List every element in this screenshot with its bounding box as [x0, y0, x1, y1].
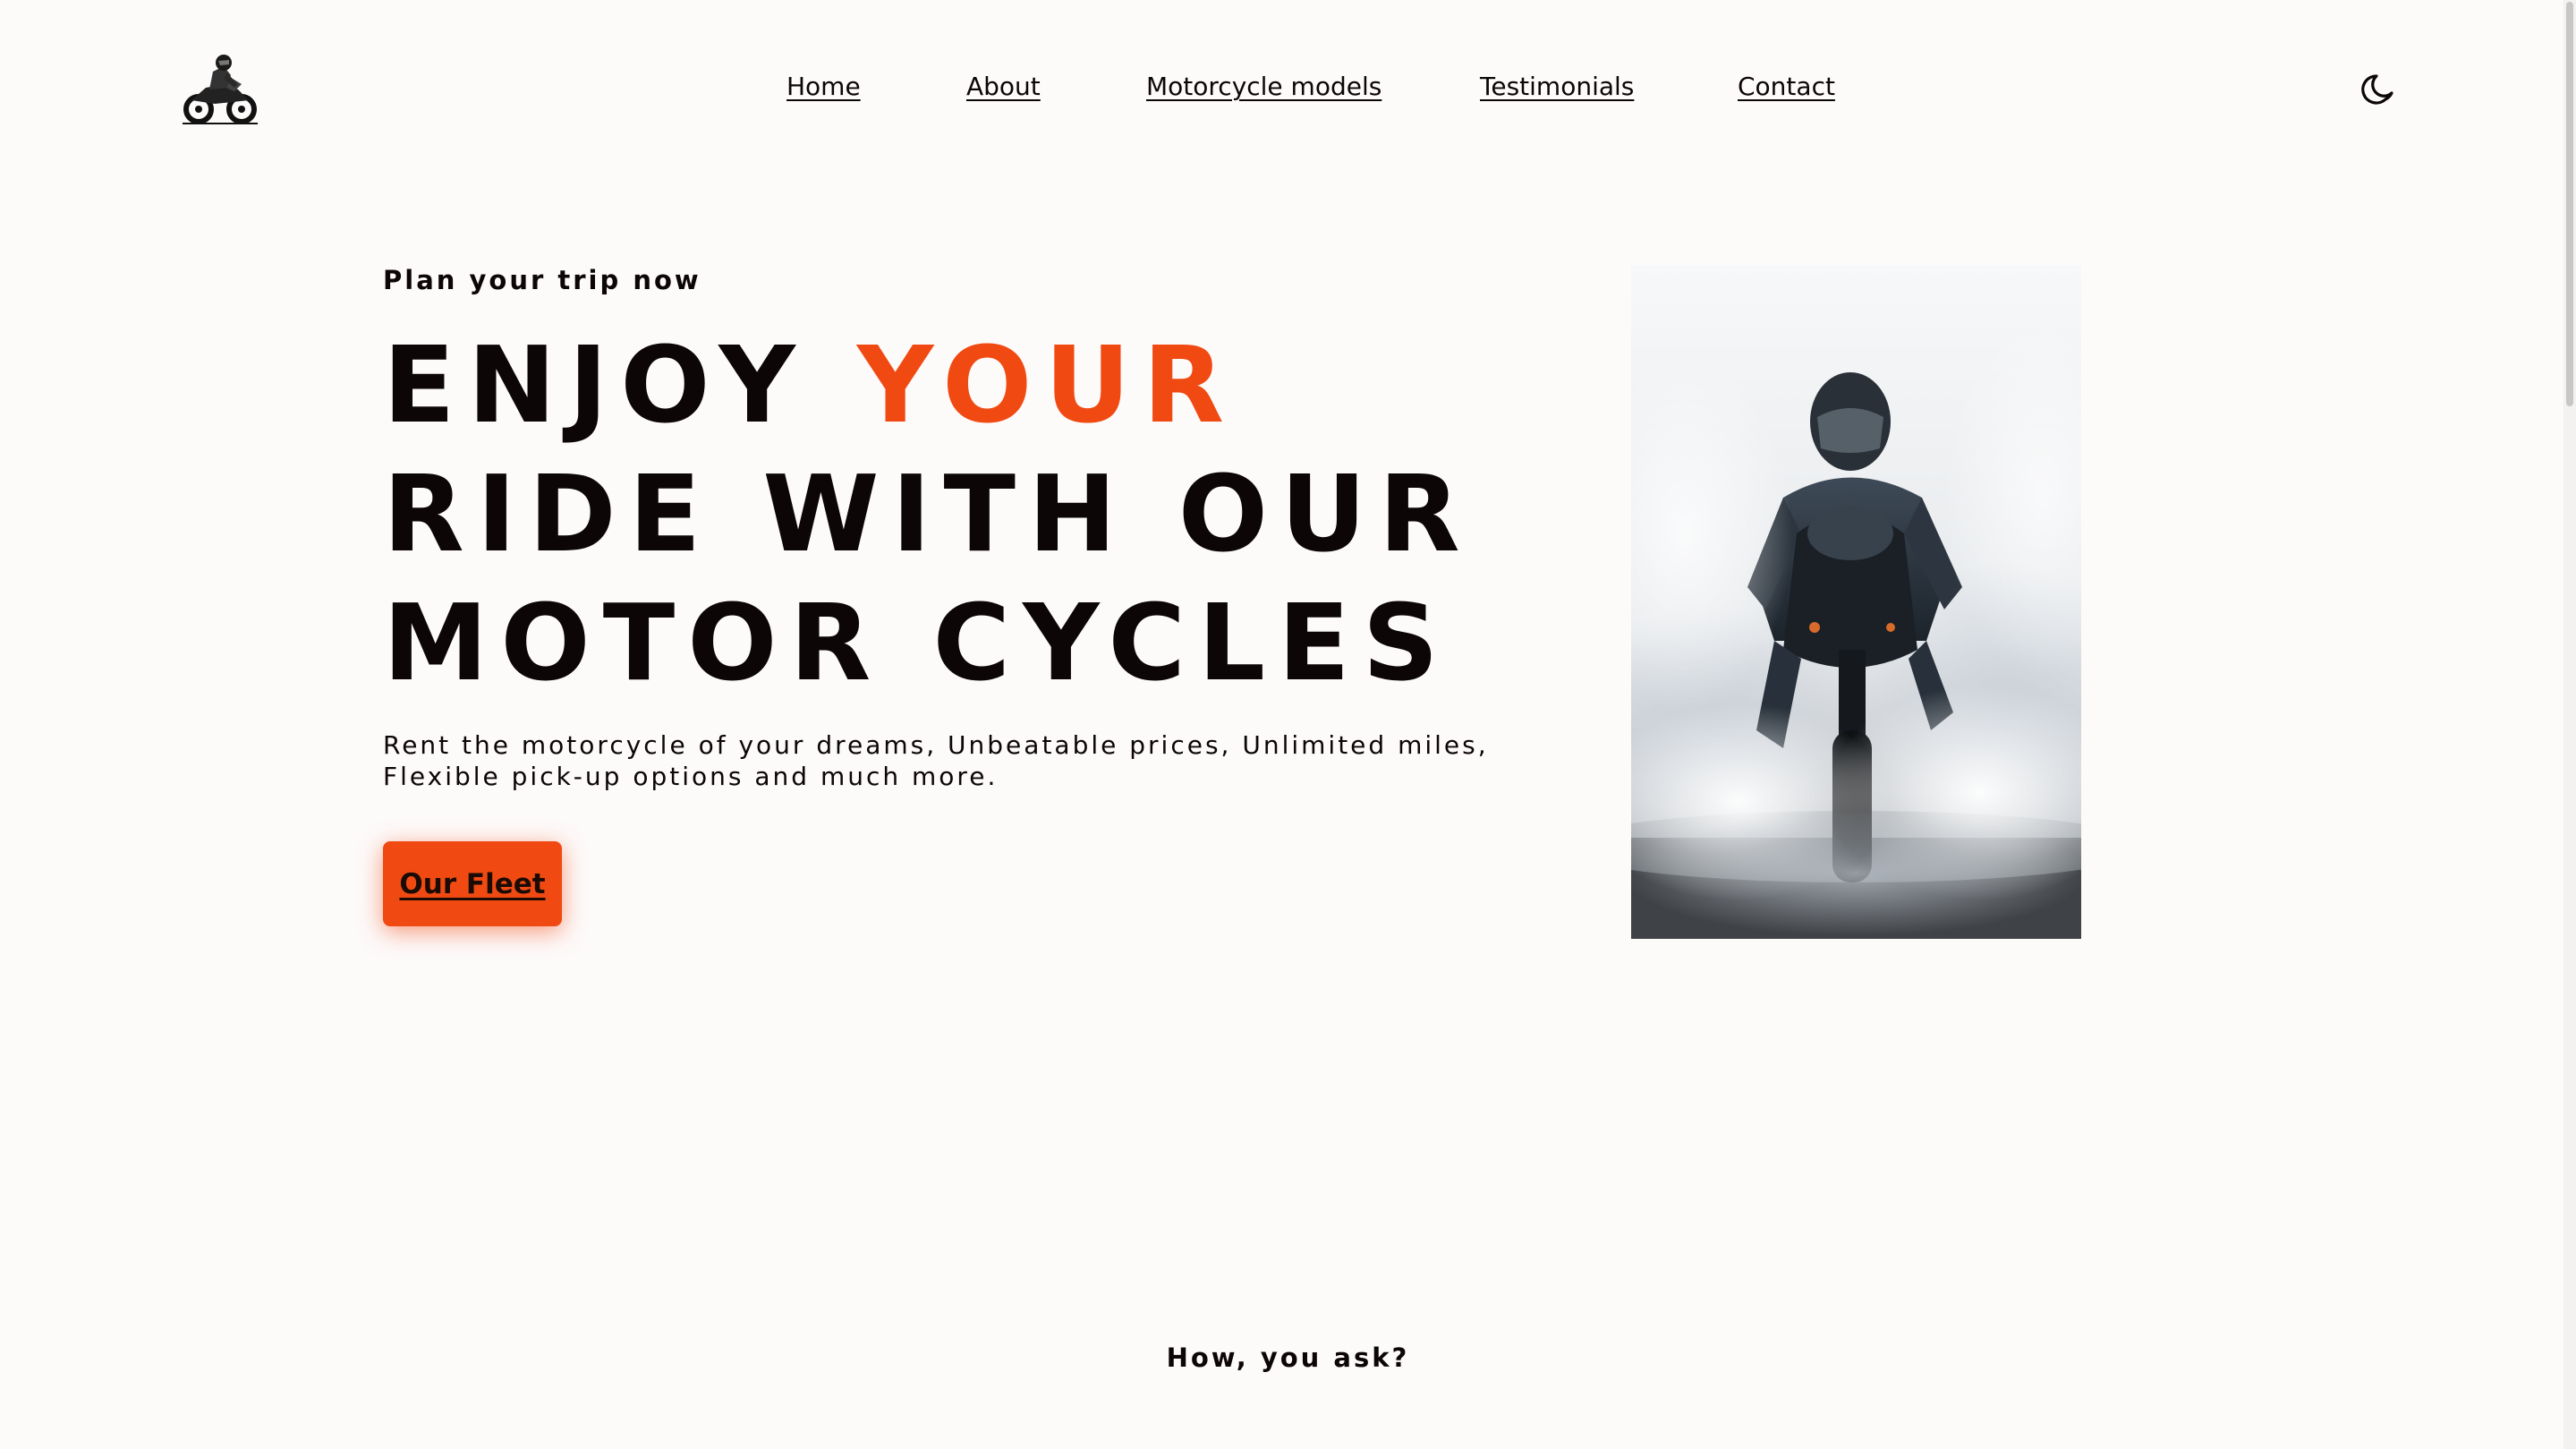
nav-testimonials-link[interactable]: Testimonials	[1480, 72, 1634, 101]
hero-description: Rent the motorcycle of your dreams, Unbe…	[383, 730, 1489, 791]
hero-eyebrow: Plan your trip now	[383, 265, 701, 295]
page-scrollbar[interactable]	[2563, 0, 2576, 1449]
scrollbar-thumb[interactable]	[2566, 2, 2573, 406]
headline-part-2: RIDE WITH OUR MOTOR CYCLES	[383, 452, 1473, 704]
main-nav: Home About Motorcycle models Testimonial…	[0, 72, 2576, 111]
our-fleet-button[interactable]: Our Fleet	[383, 841, 562, 926]
nav-about-link[interactable]: About	[966, 72, 1041, 101]
how-section-kicker: How, you ask?	[1166, 1342, 1410, 1373]
nav-contact-link[interactable]: Contact	[1738, 72, 1835, 101]
headline-accent: YOUR	[856, 323, 1237, 447]
landing-page: Home About Motorcycle models Testimonial…	[0, 0, 2576, 1449]
nav-motorcycle-models-link[interactable]: Motorcycle models	[1146, 72, 1382, 101]
nav-home-link[interactable]: Home	[786, 72, 861, 101]
hero-headline: ENJOY YOUR RIDE WITH OUR MOTOR CYCLES	[383, 320, 1573, 707]
moon-icon[interactable]	[2359, 70, 2398, 109]
headline-part-1: ENJOY	[383, 323, 857, 447]
hero-rider-image	[1631, 265, 2081, 939]
